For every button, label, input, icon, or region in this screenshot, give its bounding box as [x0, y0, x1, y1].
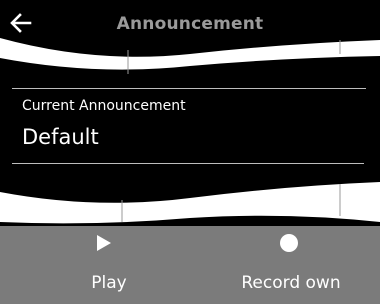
- play-button-label: Play: [91, 273, 127, 293]
- record-own-button[interactable]: Record own: [196, 226, 380, 304]
- record-own-button-label: Record own: [241, 273, 341, 293]
- record-icon: [280, 234, 298, 252]
- page-title: Announcement: [116, 14, 264, 34]
- divider-top: [12, 88, 366, 89]
- play-button[interactable]: Play: [14, 226, 204, 304]
- phone-screen: Announcement Current Announcement Defaul…: [0, 0, 380, 304]
- decorative-wave-top: [0, 38, 380, 74]
- softkey-bar: Play Record own: [0, 226, 380, 304]
- decorative-wave-bottom: [0, 182, 380, 224]
- entry-value: Default: [22, 125, 99, 149]
- divider-bottom: [12, 163, 364, 164]
- play-icon: [97, 235, 111, 251]
- entry-label: Current Announcement: [22, 98, 186, 114]
